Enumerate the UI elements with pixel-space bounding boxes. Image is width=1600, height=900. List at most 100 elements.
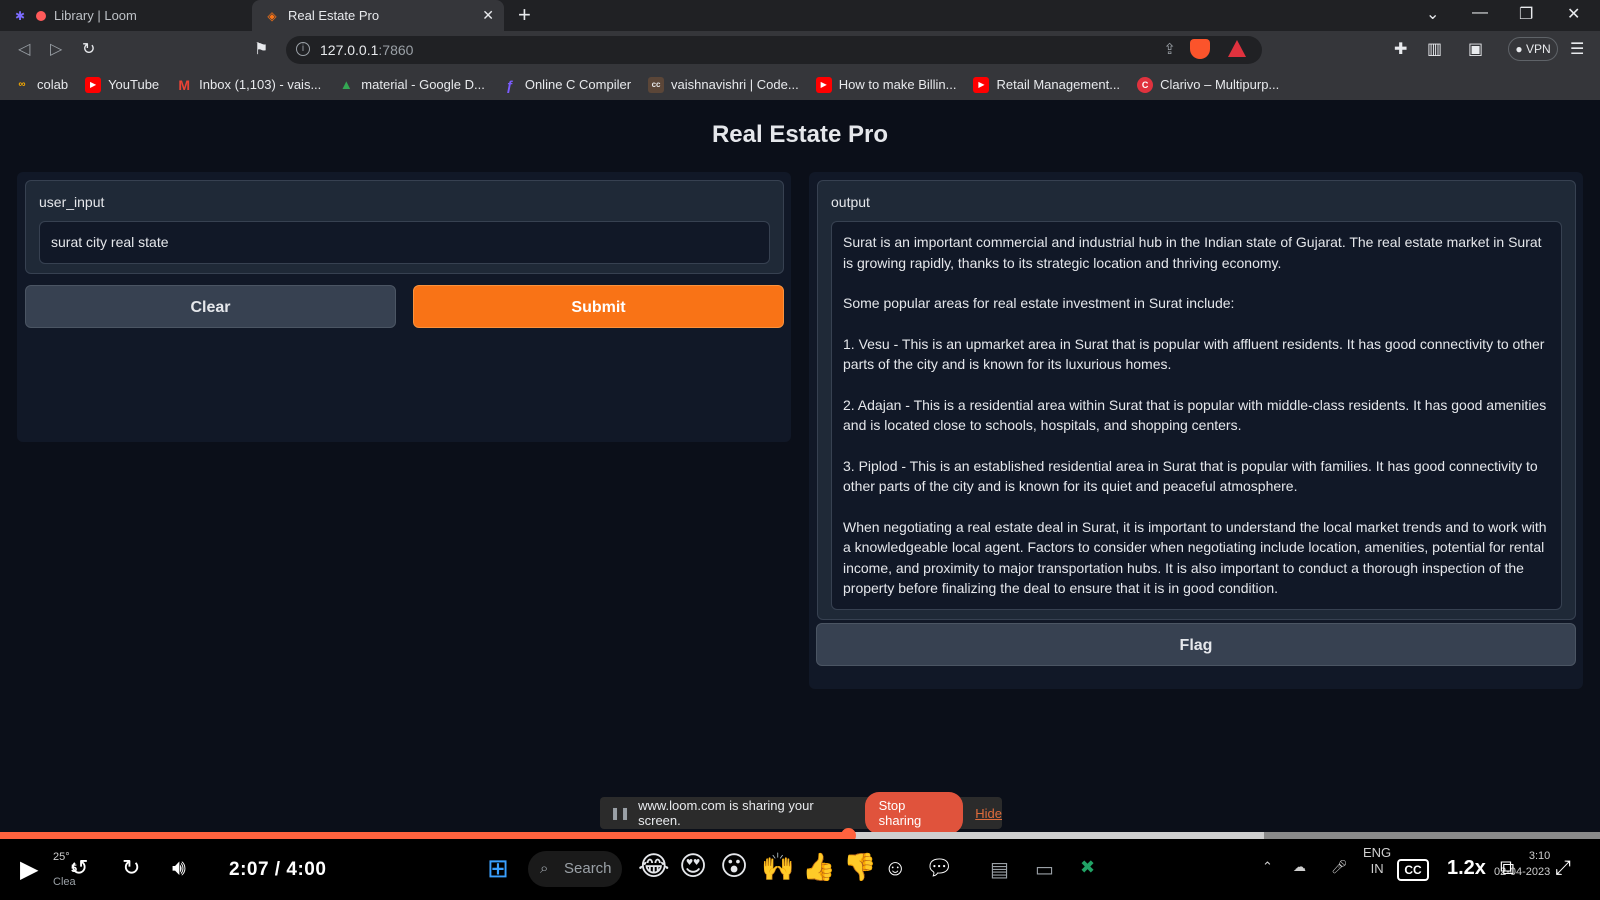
clear-button[interactable]: Clear <box>25 285 396 328</box>
comment-icon[interactable]: 💬︎ <box>925 855 953 881</box>
surprised-emoji-icon[interactable]: 😮 <box>720 851 748 882</box>
onedrive-icon[interactable]: ☁ <box>1293 859 1306 875</box>
flag-button[interactable]: Flag <box>816 623 1576 666</box>
bookmark-colab[interactable]: ∞ colab <box>14 77 68 93</box>
skip-forward-icon[interactable]: ↻ <box>122 855 140 881</box>
file-explorer-icon[interactable]: ▤ <box>990 857 1009 882</box>
restore-icon[interactable]: ❐ <box>1519 4 1533 24</box>
add-reaction-icon[interactable]: ☺ <box>884 855 906 881</box>
heart-eyes-emoji-icon[interactable]: 😍 <box>679 851 707 882</box>
chevron-up-icon[interactable]: ⌃ <box>1262 859 1273 875</box>
address-bar[interactable]: i 127.0.0.1:7860 ⇪ <box>286 36 1262 64</box>
pause-icon: ❚❚ <box>610 806 631 820</box>
excel-icon[interactable]: ✖ <box>1080 857 1095 878</box>
share-icon[interactable]: ⇪ <box>1163 40 1176 58</box>
skip-back-seconds: 5 <box>71 863 78 875</box>
picture-in-picture-icon[interactable]: ⧉ <box>1500 857 1514 880</box>
output-block: output Surat is an important commercial … <box>817 180 1576 620</box>
compiler-icon: ƒ <box>505 76 514 93</box>
bookmarks-bar: ∞ colab ▶ YouTube M Inbox (1,103) - vais...… <box>0 69 1600 100</box>
colab-icon: ∞ <box>18 79 26 90</box>
tab-title: Library | Loom <box>54 8 137 23</box>
hide-link[interactable]: Hide <box>975 806 1002 821</box>
output-paragraph: Some popular areas for real estate inves… <box>843 295 1235 311</box>
bookmark-clarivo[interactable]: C Clarivo – Multipurp... <box>1137 76 1279 93</box>
extensions-icon[interactable]: ✚ <box>1394 39 1407 59</box>
laughing-emoji-icon[interactable]: 😂 <box>638 851 670 882</box>
stop-sharing-button[interactable]: Stop sharing <box>864 792 964 834</box>
output-paragraph: 2. Adajan - This is a residential area w… <box>843 396 1547 434</box>
new-tab-icon[interactable]: + <box>518 2 531 28</box>
minimize-icon[interactable]: — <box>1472 4 1488 22</box>
submit-button[interactable]: Submit <box>413 285 784 328</box>
app-page: Real Estate Pro user_input surat city re… <box>0 100 1600 794</box>
output-paragraph: 1. Vesu - This is an upmarket area in Su… <box>843 335 1545 373</box>
brave-rewards-icon[interactable] <box>1228 40 1246 57</box>
bookmark-billing-video[interactable]: ▶ How to make Billin... <box>815 76 956 93</box>
output-paragraph: Surat is an important commercial and ind… <box>843 234 1542 271</box>
tab-title: Real Estate Pro <box>288 8 380 23</box>
bookmark-retail-video[interactable]: ▶ Retail Management... <box>973 76 1120 93</box>
brave-shields-icon[interactable] <box>1190 39 1210 59</box>
vpn-button[interactable]: ● VPN <box>1508 37 1558 61</box>
google-drive-icon: ▲ <box>339 77 353 92</box>
language-indicator[interactable]: ENG IN <box>1363 845 1391 877</box>
playback-time: 2:07 / 4:00 <box>229 859 327 880</box>
playback-speed-button[interactable]: 1.2x <box>1447 857 1486 880</box>
youtube-icon: ▶ <box>973 76 990 93</box>
recording-icon <box>36 10 46 21</box>
search-label: Search <box>564 860 612 877</box>
user-input-block: user_input surat city real state <box>25 180 784 274</box>
wallet-icon[interactable]: ▣ <box>1468 39 1483 59</box>
tab-real-estate-pro[interactable]: ◈ Real Estate Pro ✕ <box>252 0 504 31</box>
windows-start-icon[interactable]: ⊞ <box>487 853 509 884</box>
microphone-icon[interactable]: 🎤︎ <box>1331 859 1348 875</box>
output-textbox[interactable]: Surat is an important commercial and ind… <box>831 221 1562 610</box>
video-progress-bar[interactable] <box>0 828 1600 843</box>
site-info-icon[interactable]: i <box>296 42 310 56</box>
sidebar-icon[interactable]: ▥ <box>1427 39 1442 59</box>
clarivo-icon: C <box>1137 76 1154 93</box>
sharing-text: www.loom.com is sharing your screen. <box>638 798 814 828</box>
bookmark-online-compiler[interactable]: ƒ Online C Compiler <box>502 77 631 93</box>
search-icon: ⌕ <box>540 860 549 877</box>
chevron-down-icon[interactable]: ⌄ <box>1426 4 1439 24</box>
played-range <box>0 832 848 839</box>
raised-hands-emoji-icon[interactable]: 🙌 <box>761 851 795 883</box>
forward-icon[interactable]: ▷ <box>50 39 62 59</box>
user-input-label: user_input <box>39 194 105 210</box>
taskbar-search[interactable]: ⌕ Search <box>528 851 622 887</box>
tab-library-loom[interactable]: ✱ Library | Loom <box>0 0 250 31</box>
thumbs-up-emoji-icon[interactable]: 👍 <box>802 851 836 883</box>
volume-icon[interactable]: 🔊︎ <box>172 855 186 881</box>
loom-icon: ✱ <box>14 8 26 23</box>
fullscreen-icon[interactable]: ⤢ <box>1555 857 1571 880</box>
menu-icon[interactable]: ☰ <box>1570 39 1584 59</box>
page-title: Real Estate Pro <box>711 121 889 148</box>
output-panel: output Surat is an important commercial … <box>809 172 1583 689</box>
output-paragraph: When negotiating a real estate deal in S… <box>843 518 1547 597</box>
url-text: 127.0.0.1:7860 <box>320 42 414 58</box>
output-label: output <box>831 194 870 210</box>
captions-button[interactable]: CC <box>1397 859 1429 881</box>
bookmark-youtube[interactable]: ▶ YouTube <box>85 76 159 93</box>
gmail-icon: M <box>178 76 190 93</box>
window-close-icon[interactable]: ✕ <box>1567 4 1580 24</box>
play-icon[interactable]: ▶ <box>20 855 38 884</box>
bookmark-codechef[interactable]: cc vaishnavishri | Code... <box>648 76 799 93</box>
user-input-field[interactable]: surat city real state <box>39 221 770 264</box>
codechef-icon: cc <box>648 76 665 93</box>
output-paragraph: 3. Piplod - This is an established resid… <box>843 457 1538 495</box>
screen-sharing-bar: ❚❚ www.loom.com is sharing your screen. … <box>600 792 1002 834</box>
close-icon[interactable]: ✕ <box>482 7 494 24</box>
reload-icon[interactable]: ↻ <box>82 39 95 59</box>
bookmark-google-drive[interactable]: ▲ material - Google D... <box>338 77 485 93</box>
back-icon[interactable]: ◁ <box>18 39 30 59</box>
player-controls: ▶ 25° Clea ↺ 5 ↻ 🔊︎ 2:07 / 4:00 ⊞ ⌕ Searc… <box>0 839 1600 900</box>
youtube-icon: ▶ <box>815 76 832 93</box>
bookmark-inbox[interactable]: M Inbox (1,103) - vais... <box>176 77 321 93</box>
terminal-icon[interactable]: ▭ <box>1035 857 1054 882</box>
thumbs-down-emoji-icon[interactable]: 👎 <box>843 851 877 883</box>
bookmark-icon[interactable]: ⚑ <box>254 39 268 59</box>
browser-tab-bar: ✱ Library | Loom ◈ Real Estate Pro ✕ + ⌄… <box>0 0 1600 31</box>
